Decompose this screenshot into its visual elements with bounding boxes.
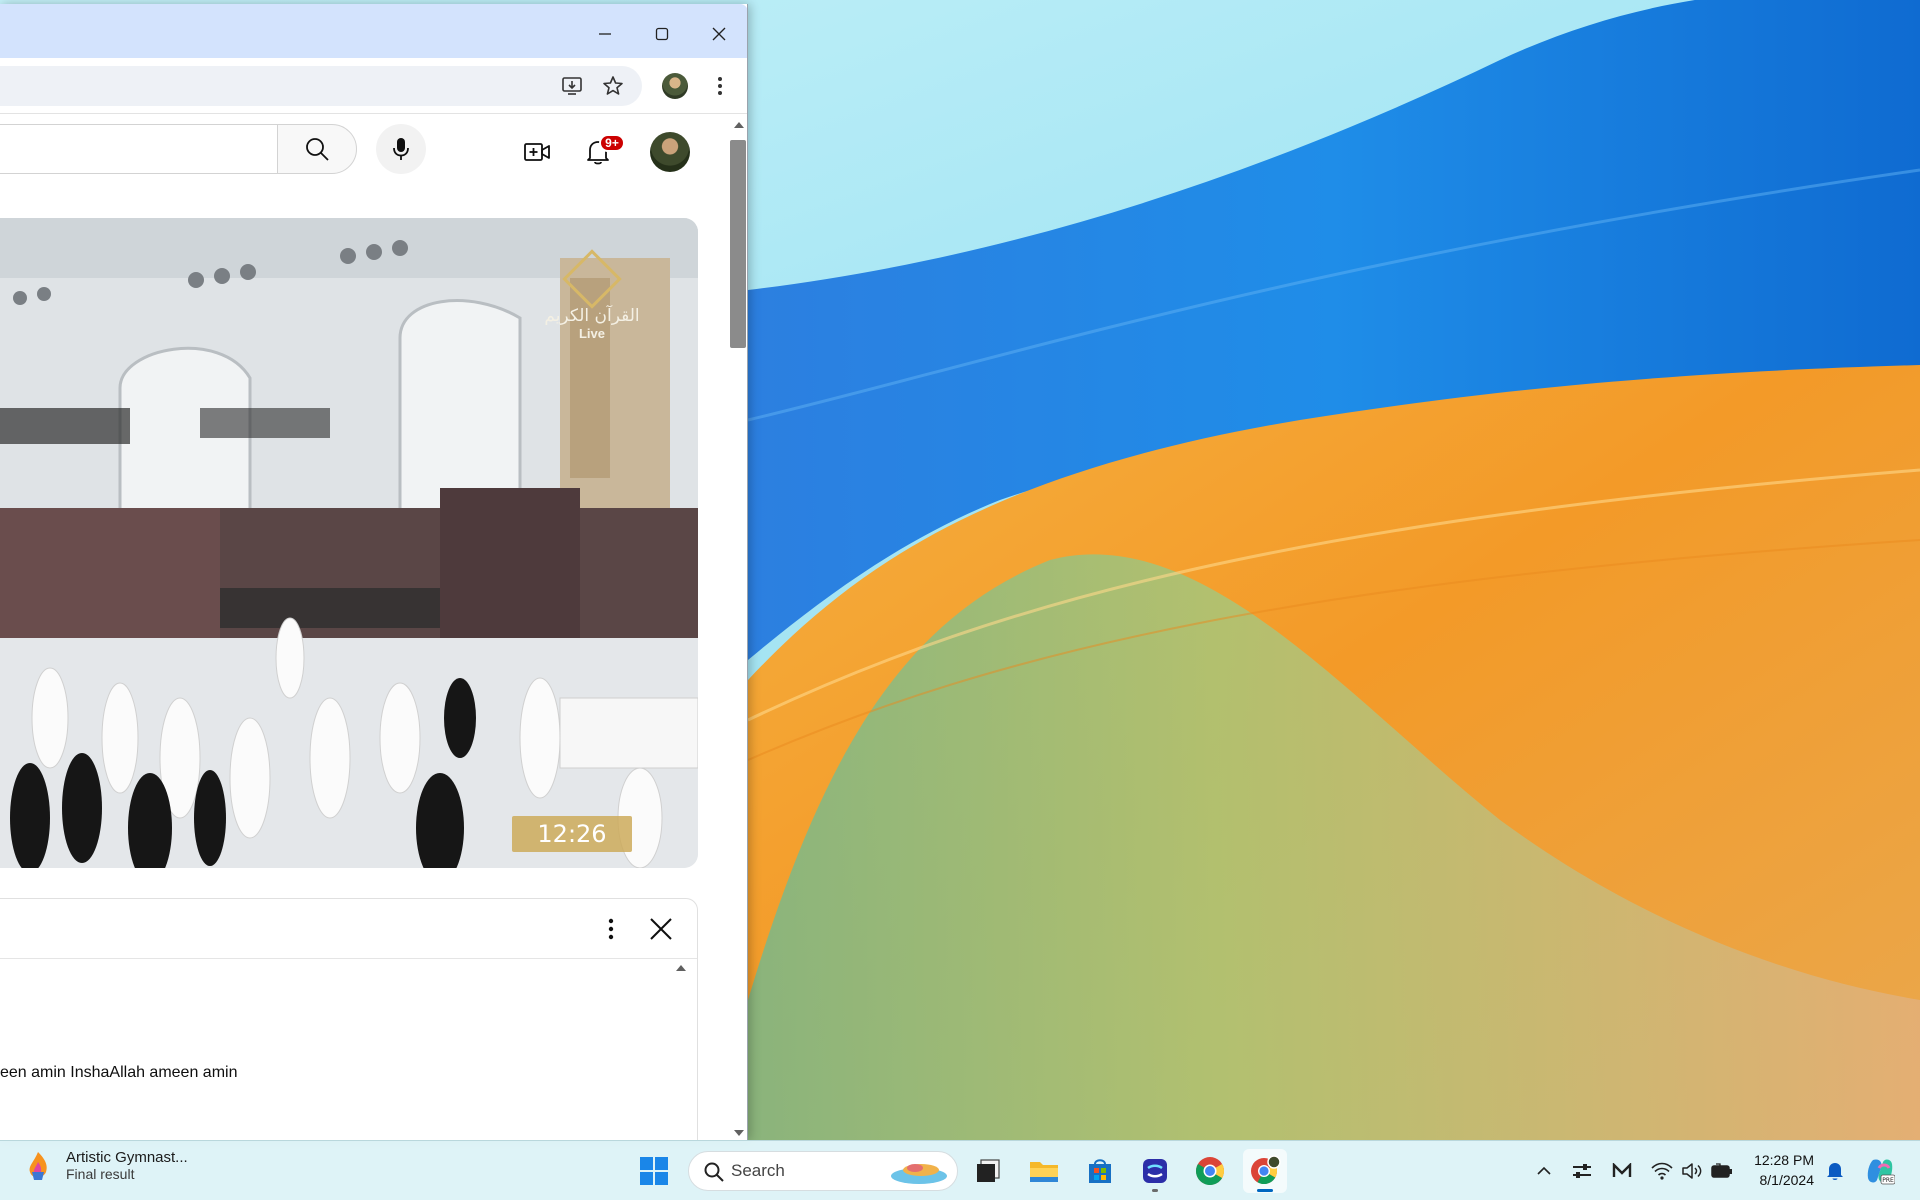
youtube-search-input[interactable] xyxy=(0,124,278,174)
maximize-icon xyxy=(655,27,669,41)
widget-subtitle: Final result xyxy=(66,1166,135,1182)
taskbar-search-box[interactable]: Search xyxy=(688,1151,958,1191)
notification-count-badge: 9+ xyxy=(599,134,625,152)
account-avatar[interactable] xyxy=(650,132,690,172)
profile-avatar xyxy=(662,73,688,99)
chat-message: een amin InshaAllah ameen amin xyxy=(0,1064,238,1081)
chat-more-button[interactable] xyxy=(588,906,634,952)
voice-search-button[interactable] xyxy=(376,124,426,174)
task-view-button[interactable] xyxy=(966,1149,1010,1193)
scroll-up-arrow[interactable] xyxy=(734,122,744,128)
task-view-icon xyxy=(977,1159,1000,1182)
show-hidden-icons-button[interactable] xyxy=(1530,1151,1558,1191)
install-app-button[interactable] xyxy=(554,68,590,104)
running-indicator xyxy=(1152,1189,1158,1192)
youtube-page: 9+ القرآن الكريم Live 12:26 een amin Ins… xyxy=(0,114,730,1140)
minimize-icon xyxy=(599,33,611,35)
bookmark-star-button[interactable] xyxy=(595,68,631,104)
active-indicator xyxy=(1257,1189,1273,1192)
video-player[interactable]: القرآن الكريم Live 12:26 xyxy=(0,218,698,868)
chrome-button[interactable] xyxy=(1188,1149,1232,1193)
taskbar-search-placeholder: Search xyxy=(731,1161,785,1180)
live-chat-panel: een amin InshaAllah ameen amin xyxy=(0,898,698,1140)
microsoft-store-button[interactable] xyxy=(1078,1149,1122,1193)
wifi-button[interactable] xyxy=(1648,1151,1676,1191)
chrome-icon xyxy=(1196,1157,1224,1185)
close-icon xyxy=(712,27,726,41)
watermark-text: القرآن الكريم xyxy=(544,306,640,326)
tray-settings-icon-button[interactable] xyxy=(1568,1151,1596,1191)
chevron-up-icon xyxy=(1537,1166,1551,1175)
app-icon xyxy=(1143,1159,1167,1183)
widget-title: Artistic Gymnast... xyxy=(66,1149,188,1166)
tray-app-icon-button[interactable] xyxy=(1608,1151,1636,1191)
folder-icon xyxy=(1030,1162,1058,1182)
chat-header xyxy=(0,899,697,959)
maximize-button[interactable] xyxy=(640,12,684,56)
sliders-icon xyxy=(1573,1164,1591,1178)
clock-time: 12:28 PM xyxy=(1754,1152,1814,1168)
search-icon xyxy=(306,138,329,161)
chrome-profile-button[interactable] xyxy=(1243,1149,1287,1193)
clock-date: 8/1/2024 xyxy=(1759,1172,1815,1188)
youtube-search-button[interactable] xyxy=(277,124,357,174)
start-button[interactable] xyxy=(632,1149,676,1193)
store-icon xyxy=(1089,1159,1111,1183)
more-vert-icon xyxy=(718,77,722,95)
microphone-icon xyxy=(393,138,409,160)
chat-scroll-up-arrow[interactable] xyxy=(676,965,686,971)
video-time-overlay: 12:26 xyxy=(512,816,632,852)
close-icon xyxy=(650,918,672,940)
more-vert-icon xyxy=(608,918,614,940)
svg-text:PRE: PRE xyxy=(1882,1177,1894,1184)
browser-toolbar xyxy=(0,58,747,114)
install-icon xyxy=(562,77,582,95)
volume-icon xyxy=(1682,1163,1702,1179)
profile-button[interactable] xyxy=(657,68,693,104)
create-video-button[interactable] xyxy=(514,129,560,175)
bell-icon xyxy=(1827,1163,1843,1180)
search-highlight-icon xyxy=(891,1164,947,1184)
chrome-profile-icon xyxy=(1251,1155,1281,1185)
windows-logo-icon xyxy=(640,1157,668,1185)
taskbar-clock[interactable]: 12:28 PM 8/1/2024 xyxy=(1744,1150,1814,1190)
taskbar: Artistic Gymnast... Final result Search xyxy=(0,1140,1920,1200)
volume-button[interactable] xyxy=(1678,1151,1706,1191)
notifications-button[interactable]: 9+ xyxy=(575,129,625,175)
channel-logo-icon xyxy=(562,249,622,309)
scrollbar-thumb[interactable] xyxy=(730,140,746,348)
weather-news-widget[interactable]: Artistic Gymnast... Final result xyxy=(24,1149,188,1182)
watermark-live-label: Live xyxy=(578,326,605,341)
wifi-icon xyxy=(1651,1162,1673,1180)
minimize-button[interactable] xyxy=(583,12,627,56)
battery-charging-icon xyxy=(1711,1163,1732,1178)
copilot-button[interactable]: PRE xyxy=(1862,1151,1898,1191)
search-icon xyxy=(704,1162,724,1182)
close-button[interactable] xyxy=(697,12,741,56)
monitor-app-icon xyxy=(1612,1163,1632,1177)
app-button-zapier[interactable] xyxy=(1133,1149,1177,1193)
notifications-center-button[interactable] xyxy=(1822,1151,1848,1191)
flame-icon xyxy=(29,1151,47,1180)
browser-window: 9+ القرآن الكريم Live 12:26 een amin Ins… xyxy=(0,4,748,1140)
file-explorer-button[interactable] xyxy=(1022,1149,1066,1193)
scroll-down-arrow[interactable] xyxy=(734,1130,744,1136)
battery-button[interactable] xyxy=(1708,1151,1736,1191)
browser-titlebar xyxy=(0,4,747,58)
address-bar[interactable] xyxy=(0,66,642,106)
video-create-icon xyxy=(524,143,550,161)
star-icon xyxy=(603,76,623,95)
chat-close-button[interactable] xyxy=(638,906,684,952)
copilot-icon: PRE xyxy=(1867,1159,1895,1185)
browser-menu-button[interactable] xyxy=(702,68,738,104)
channel-watermark: القرآن الكريم Live xyxy=(542,249,642,341)
